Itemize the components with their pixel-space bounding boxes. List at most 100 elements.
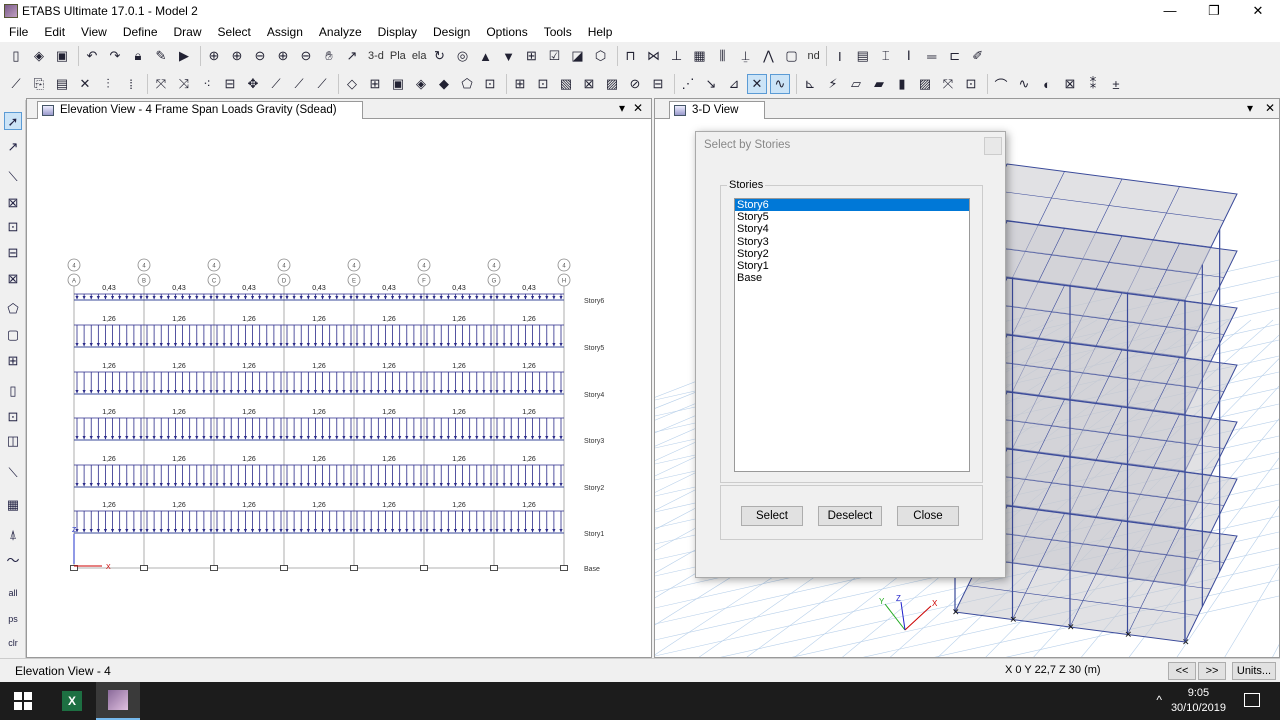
truss-icon[interactable]: ⋀ bbox=[759, 46, 779, 66]
rotate-icon[interactable]: ↻ bbox=[430, 46, 450, 66]
story-list-item[interactable]: Story1 bbox=[735, 260, 969, 272]
units-button[interactable]: Units... bbox=[1232, 662, 1276, 680]
draw-deck-icon[interactable]: ◆ bbox=[434, 74, 454, 94]
move-up-icon[interactable]: ▲ bbox=[476, 46, 496, 66]
zoom-out-icon[interactable]: ⊖ bbox=[250, 46, 270, 66]
zoom-window-icon[interactable]: ⊕ bbox=[204, 46, 224, 66]
paste-icon[interactable]: ▤ bbox=[52, 74, 72, 94]
snap-perp-icon[interactable]: ∿ bbox=[770, 74, 790, 94]
tray-overflow-icon[interactable]: ^ bbox=[1156, 693, 1162, 707]
restraint-icon[interactable]: ⍊ bbox=[736, 46, 756, 66]
draw-wall-icon[interactable]: ◫ bbox=[4, 432, 22, 450]
force-diagram-icon[interactable]: ∿ bbox=[1014, 74, 1034, 94]
elevation-view-button[interactable]: ela bbox=[412, 50, 427, 62]
numbers-icon[interactable]: ⁑ bbox=[1083, 74, 1103, 94]
draw-line-icon[interactable]: ⟋ bbox=[266, 74, 286, 94]
lightning-icon[interactable]: ⚡︎ bbox=[823, 74, 843, 94]
move-icon[interactable]: ✥ bbox=[243, 74, 263, 94]
object-shrink-icon[interactable]: ⊞ bbox=[522, 46, 542, 66]
menu-define[interactable]: Define bbox=[114, 25, 165, 39]
wall-icon[interactable]: ▦ bbox=[690, 46, 710, 66]
elevation-dropdown-icon[interactable]: ▾ bbox=[619, 101, 625, 115]
delete-icon[interactable]: ✕ bbox=[75, 74, 95, 94]
beam-icon[interactable]: ⊥ bbox=[667, 46, 687, 66]
draw-slab-icon[interactable]: ◈ bbox=[411, 74, 431, 94]
menu-file[interactable]: File bbox=[0, 25, 35, 39]
select-button[interactable]: Select bbox=[741, 506, 803, 526]
align-icon[interactable]: ⁖ bbox=[197, 74, 217, 94]
extrude-icon[interactable]: ⬡ bbox=[591, 46, 611, 66]
menu-analyze[interactable]: Analyze bbox=[310, 25, 369, 39]
story-list-item[interactable]: Base bbox=[735, 272, 969, 284]
assign-icon[interactable]: ⊏ bbox=[945, 46, 965, 66]
elevation-view-window[interactable]: Elevation View - 4 Frame Span Loads Grav… bbox=[26, 98, 652, 658]
elevation-close-icon[interactable]: ✕ bbox=[633, 101, 643, 115]
zoom-extents-icon[interactable]: ⊕ bbox=[273, 46, 293, 66]
previous-selection-icon[interactable]: ⊘ bbox=[625, 74, 645, 94]
elevation-drawing[interactable]: 4A4B4C4D4E4F4G4HStory60,43 0,43 0,43 0,43 0,… bbox=[27, 120, 651, 658]
draw-area-icon[interactable]: ◇ bbox=[342, 74, 362, 94]
taskbar-clock[interactable]: 9:05 30/10/2019 bbox=[1171, 686, 1226, 716]
column-icon[interactable]: ⫼ bbox=[713, 46, 733, 66]
minimize-button[interactable]: — bbox=[1148, 0, 1192, 22]
select-all-icon[interactable]: ▧ bbox=[556, 74, 576, 94]
text-cursor-icon[interactable]: Ι bbox=[830, 46, 850, 66]
grid-lines-icon[interactable]: ⁞ bbox=[121, 74, 141, 94]
previous-selection-left-icon[interactable]: ps bbox=[4, 610, 22, 628]
dialog-close-button[interactable]: Close bbox=[897, 506, 959, 526]
release-icon[interactable]: ⤧ bbox=[938, 74, 958, 94]
menu-edit[interactable]: Edit bbox=[35, 25, 72, 39]
menu-select[interactable]: Select bbox=[209, 25, 258, 39]
restore-button[interactable]: ❐ bbox=[1192, 0, 1236, 22]
draw-line3-icon[interactable]: ⟋ bbox=[312, 74, 332, 94]
lock-icon[interactable]: 🔒︎ bbox=[128, 46, 148, 66]
deselect-button[interactable]: Deselect bbox=[818, 506, 882, 526]
view-3d-button[interactable]: 3-d bbox=[368, 50, 384, 62]
frame-icon[interactable]: ⊓ bbox=[621, 46, 641, 66]
draw-link-icon[interactable]: ⟍ bbox=[4, 464, 22, 482]
menu-view[interactable]: View bbox=[72, 25, 114, 39]
line-type-icon[interactable]: ═ bbox=[922, 46, 942, 66]
move-down-icon[interactable]: ▼ bbox=[499, 46, 519, 66]
select-intersect-icon[interactable]: ⊡ bbox=[533, 74, 553, 94]
select-window-icon[interactable]: ⊞ bbox=[510, 74, 530, 94]
plan-view-button[interactable]: Pla bbox=[390, 50, 406, 62]
local-axes-icon[interactable]: ⊡ bbox=[961, 74, 981, 94]
merge-icon[interactable]: ⤨ bbox=[174, 74, 194, 94]
brush-icon[interactable]: ⟋ bbox=[6, 74, 26, 94]
draw-opening-left-icon[interactable]: ⊡ bbox=[4, 408, 22, 426]
menu-assign[interactable]: Assign bbox=[258, 25, 310, 39]
paint-icon[interactable]: ✐ bbox=[968, 46, 988, 66]
display-more-icon[interactable]: ◐ bbox=[1037, 74, 1057, 94]
excel-taskbar-icon[interactable]: X bbox=[62, 691, 82, 711]
menu-tools[interactable]: Tools bbox=[535, 25, 579, 39]
clear-selection-left-icon[interactable]: clr bbox=[4, 634, 22, 652]
pencil-icon[interactable]: ✎ bbox=[151, 46, 171, 66]
next-view-button[interactable]: >> bbox=[1198, 662, 1226, 680]
deselect-icon[interactable]: ⊠ bbox=[579, 74, 599, 94]
notification-icon[interactable] bbox=[1244, 693, 1260, 707]
set-display-icon[interactable]: ◪ bbox=[568, 46, 588, 66]
draw-line2-icon[interactable]: ⟋ bbox=[289, 74, 309, 94]
draw-wall-icon[interactable]: ▣ bbox=[388, 74, 408, 94]
draw-beam-icon[interactable]: ⊡ bbox=[4, 218, 22, 236]
replicate-icon[interactable]: ⫶ bbox=[98, 74, 118, 94]
undo-icon[interactable]: ↶ bbox=[82, 46, 102, 66]
tab-3d-view[interactable]: 3-D View bbox=[669, 101, 765, 119]
reshape-icon[interactable]: ↗ bbox=[4, 138, 22, 156]
draw-brace-icon[interactable]: ⊠ bbox=[4, 270, 22, 288]
pointer-icon[interactable]: ➚ bbox=[4, 112, 22, 130]
cylinder-icon[interactable]: ▮ bbox=[892, 74, 912, 94]
3d-close-icon[interactable]: ✕ bbox=[1265, 101, 1275, 115]
brace-icon[interactable]: ⋈ bbox=[644, 46, 664, 66]
story-list-item[interactable]: Story5 bbox=[735, 211, 969, 223]
menu-design[interactable]: Design bbox=[424, 25, 477, 39]
draw-wall-stack-icon[interactable]: ▯ bbox=[4, 382, 22, 400]
snap-end-icon[interactable]: ↘ bbox=[701, 74, 721, 94]
draw-joint-icon[interactable]: ⟍ bbox=[4, 168, 22, 186]
save-icon[interactable]: ▣ bbox=[52, 46, 72, 66]
menu-display[interactable]: Display bbox=[369, 25, 424, 39]
draw-column-icon[interactable]: ⊟ bbox=[4, 244, 22, 262]
dl-icon[interactable]: ± bbox=[1106, 74, 1126, 94]
join-icon[interactable]: ⊟ bbox=[220, 74, 240, 94]
